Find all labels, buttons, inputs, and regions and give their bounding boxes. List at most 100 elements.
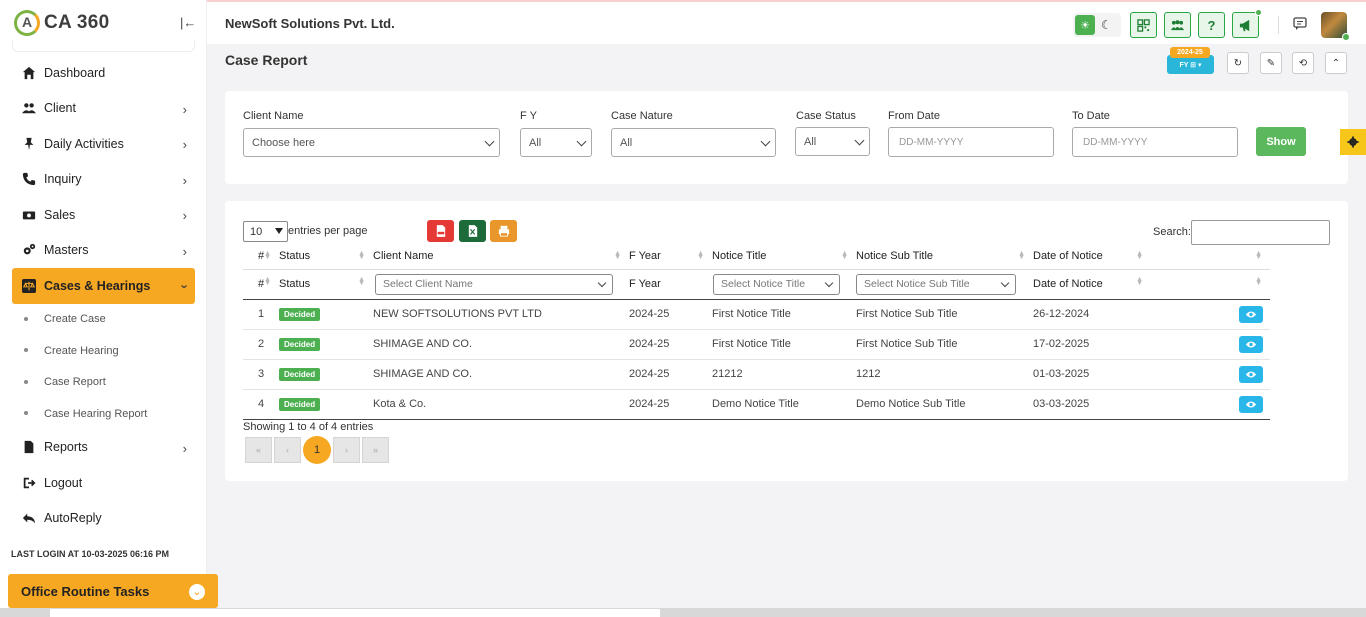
search-input[interactable] <box>1191 220 1330 245</box>
pin-button[interactable]: ✎ <box>1260 52 1282 74</box>
col-header-notice-title[interactable]: Notice Title ▲ ▼ <box>712 244 856 269</box>
sidebar-item-label: Masters <box>44 243 89 258</box>
settings-gear-button[interactable] <box>1340 129 1366 155</box>
pin-icon <box>20 135 38 153</box>
next-page-button[interactable]: › <box>333 437 360 463</box>
export-pdf-button[interactable] <box>427 220 454 242</box>
app-logo[interactable]: CA 360 <box>14 10 110 36</box>
case-status-select[interactable]: All <box>795 127 870 156</box>
chevron-down-icon: ⌄ <box>189 584 205 600</box>
col-header-status[interactable]: Status ▲ ▼ <box>279 244 373 269</box>
col-header-notice-sub-title[interactable]: Notice Sub Title ▲ ▼ <box>856 244 1033 269</box>
question-icon: ? <box>1207 17 1216 33</box>
page-length-select[interactable]: 10 <box>243 221 288 242</box>
moon-icon[interactable]: ☾ <box>1101 18 1112 32</box>
refresh-button[interactable]: ↻ <box>1227 52 1249 74</box>
sidebar-item-client[interactable]: Client › <box>12 91 195 127</box>
table-row: 2 Decided SHIMAGE AND CO. 2024-25 First … <box>243 329 1270 360</box>
col-header-date-of-notice[interactable]: Date of Notice ▲ ▼ <box>1033 244 1151 269</box>
table-row: 4 Decided Kota & Co. 2024-25 Demo Notice… <box>243 389 1270 420</box>
sidebar-item-daily-activities[interactable]: Daily Activities › <box>12 126 195 162</box>
view-button[interactable] <box>1239 305 1263 323</box>
cell-actions <box>1151 389 1270 420</box>
nav-scroll-edge <box>12 40 195 52</box>
current-page-button[interactable]: 1 <box>303 436 331 464</box>
client-name-label: Client Name <box>243 110 304 122</box>
case-report-table: # ▲ ▼ Status ▲ ▼ Client Name ▲ ▼ F Year ▲ ▼ Noti… <box>243 244 1270 420</box>
prev-page-button[interactable]: ‹ <box>274 437 301 463</box>
filter-client-cell: Select Client Name <box>373 268 629 300</box>
sort-icon: ▲ ▼ <box>264 275 271 287</box>
announcements-button[interactable] <box>1232 9 1262 38</box>
client-filter-select[interactable]: Select Client Name <box>375 273 613 295</box>
sidebar-item-autoreply[interactable]: AutoReply <box>12 501 195 537</box>
case-nature-value: All <box>620 136 633 149</box>
sort-icon: ▲ ▼ <box>697 250 704 261</box>
cell-fyear: 2024-25 <box>629 329 712 360</box>
col-header-number[interactable]: # ▲ ▼ <box>243 244 279 269</box>
qr-grid-button[interactable] <box>1130 12 1157 38</box>
sidebar-item-label: Client <box>44 101 76 116</box>
notice-sub-title-filter-select[interactable]: Select Notice Sub Title <box>856 273 1016 295</box>
submenu-item-create-case[interactable]: Create Case <box>24 304 195 336</box>
case-nature-select[interactable]: All <box>611 128 776 157</box>
collapse-sidebar-icon[interactable]: |← <box>180 15 196 30</box>
grid-icon <box>1137 18 1150 32</box>
bottom-scrollbar[interactable] <box>0 608 1366 617</box>
chevron-right-icon: › <box>182 208 187 223</box>
cell-status: Decided <box>279 359 373 390</box>
eye-icon <box>1245 311 1257 317</box>
sidebar-item-inquiry[interactable]: Inquiry › <box>12 162 195 198</box>
fy-select[interactable]: All <box>520 128 592 157</box>
last-page-button[interactable]: » <box>362 437 389 463</box>
sort-icon: ▲ ▼ <box>614 250 621 261</box>
cell-notice-sub-title: First Notice Sub Title <box>856 299 1033 330</box>
theme-toggle[interactable]: ☀ ☾ <box>1073 13 1121 37</box>
sidebar-item-dashboard[interactable]: Dashboard <box>12 55 195 91</box>
view-button[interactable] <box>1239 335 1263 353</box>
file-icon <box>20 438 38 456</box>
submenu-item-create-hearing[interactable]: Create Hearing <box>24 335 195 367</box>
help-button[interactable]: ? <box>1198 12 1225 38</box>
chat-icon[interactable] <box>1293 17 1307 31</box>
sun-icon[interactable]: ☀ <box>1075 15 1095 35</box>
filter-notice-title-cell: Select Notice Title <box>712 268 856 300</box>
sidebar-item-masters[interactable]: Masters › <box>12 233 195 269</box>
client-name-select[interactable]: Choose here <box>243 128 500 157</box>
sidebar-item-reports[interactable]: Reports › <box>12 430 195 466</box>
submenu-item-case-report[interactable]: Case Report <box>24 367 195 399</box>
sort-icon: ▲ ▼ <box>1255 250 1262 261</box>
to-date-input[interactable]: DD-MM-YYYY <box>1072 127 1238 157</box>
view-button[interactable] <box>1239 365 1263 383</box>
col-header-fyear[interactable]: F Year ▲ ▼ <box>629 244 712 269</box>
sidebar-item-sales[interactable]: Sales › <box>12 197 195 233</box>
notice-title-filter-select[interactable]: Select Notice Title <box>713 273 840 295</box>
submenu-item-case-hearing-report[interactable]: Case Hearing Report <box>24 398 195 430</box>
sidebar-item-logout[interactable]: Logout <box>12 465 195 501</box>
reset-button[interactable]: ⟲ <box>1292 52 1314 74</box>
col-header-actions[interactable]: ▲ ▼ <box>1151 244 1270 269</box>
filter-status: Status ▲ ▼ <box>279 268 373 300</box>
cell-notice-title: First Notice Title <box>712 299 856 330</box>
team-button[interactable] <box>1164 12 1191 38</box>
page-title: Case Report <box>225 52 308 68</box>
sort-icon: ▲ ▼ <box>1018 250 1025 261</box>
cell-notice-title: 21212 <box>712 359 856 390</box>
collapse-up-button[interactable]: ⌃ <box>1325 52 1347 74</box>
show-button[interactable]: Show <box>1256 127 1306 156</box>
export-excel-button[interactable] <box>459 220 486 242</box>
view-button[interactable] <box>1239 395 1263 413</box>
sidebar-item-label: Logout <box>44 475 83 490</box>
fy-tag: 2024-25 <box>1170 47 1210 58</box>
print-button[interactable] <box>490 220 517 242</box>
first-page-button[interactable]: « <box>245 437 272 463</box>
fy-label: F Y <box>520 110 537 122</box>
user-avatar[interactable] <box>1321 12 1350 41</box>
col-header-client-name[interactable]: Client Name ▲ ▼ <box>373 244 629 269</box>
megaphone-icon <box>1239 19 1250 31</box>
office-routine-tasks-button[interactable]: Office Routine Tasks ⌄ <box>8 574 218 608</box>
scrollbar-thumb[interactable] <box>50 609 660 617</box>
from-date-input[interactable]: DD-MM-YYYY <box>888 127 1054 157</box>
eye-icon <box>1245 341 1257 347</box>
sidebar-item-cases-hearings[interactable]: Cases & Hearings › <box>12 268 195 304</box>
